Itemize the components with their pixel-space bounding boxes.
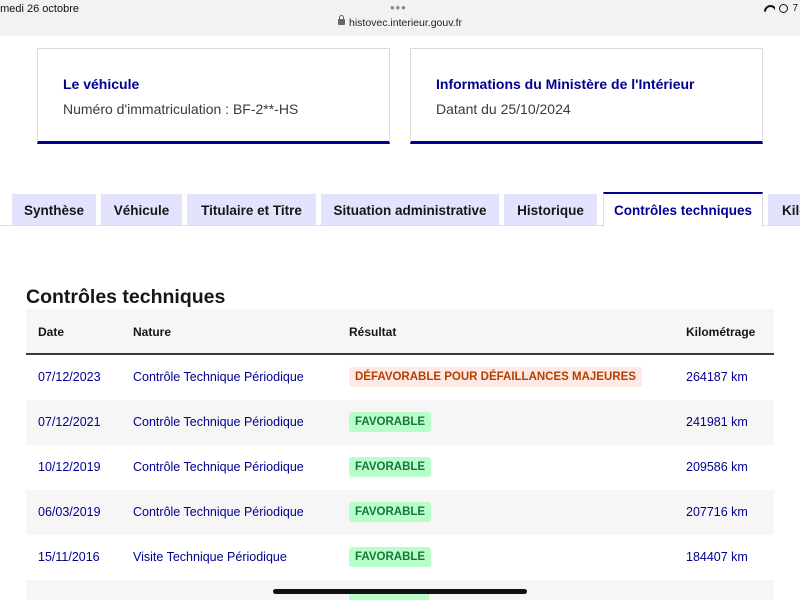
tab-situation-administrative[interactable]: Situation administrative [321,194,499,226]
row-mileage: 209586 km [686,460,748,474]
table-row: 07/12/2021 Contrôle Technique Périodique… [26,400,774,445]
lock-icon [337,15,345,25]
tab-titulaire-titre[interactable]: Titulaire et Titre [187,194,316,226]
vehicle-card-title: Le véhicule [63,76,140,92]
row-nature: Contrôle Technique Périodique [133,370,304,384]
technical-inspections-table: Date Nature Résultat Kilométrage 07/12/2… [26,309,774,600]
wifi-icon [764,5,775,13]
data-date: Datant du 25/10/2024 [436,101,571,117]
row-date: 07/12/2023 [38,370,101,384]
header-result: Résultat [349,325,397,339]
row-mileage: 241981 km [686,415,748,429]
row-date: 10/12/2019 [38,460,101,474]
header-nature: Nature [133,325,172,339]
row-date: 07/12/2021 [38,415,101,429]
row-mileage: 207716 km [686,505,748,519]
row-date: 06/03/2019 [38,505,101,519]
row-mileage: 264187 km [686,370,748,384]
more-dots-icon[interactable]: ••• [390,0,407,15]
tab-vehicule[interactable]: Véhicule [101,194,182,226]
battery-level: 7 [792,3,798,14]
table-row: 15/11/2016 Visite Technique Périodique F… [26,535,774,580]
tab-historique[interactable]: Historique [504,194,597,226]
home-indicator[interactable] [273,589,527,594]
row-nature: Contrôle Technique Périodique [133,460,304,474]
result-badge-favorable: FAVORABLE [349,502,432,522]
ministry-info-card: Informations du Ministère de l'Intérieur… [410,48,763,144]
status-date: amedi 26 octobre [0,3,79,15]
result-badge-favorable: FAVORABLE [349,457,432,477]
row-date: 15/11/2016 [38,550,100,564]
status-indicators: 7 [764,3,798,14]
result-badge-defavorable: DÉFAVORABLE POUR DÉFAILLANCES MAJEURES [349,367,642,387]
header-date: Date [38,325,65,339]
row-nature: Contrôle Technique Périodique [133,415,304,429]
orientation-lock-icon [779,4,789,13]
tab-controles-techniques[interactable]: Contrôles techniques [603,192,763,227]
tab-synthese[interactable]: Synthèse [12,194,96,226]
registration-number: Numéro d'immatriculation : BF-2**-HS [63,101,299,117]
table-row: 06/03/2019 Contrôle Technique Périodique… [26,490,774,535]
result-badge-favorable: FAVORABLE [349,547,432,567]
section-title: Contrôles techniques [26,286,226,308]
table-row: 07/12/2023 Contrôle Technique Périodique… [26,355,774,400]
row-mileage: 184407 km [686,550,748,564]
url-text: histovec.interieur.gouv.fr [348,17,463,29]
ministry-card-title: Informations du Ministère de l'Intérieur [436,76,695,92]
table-header: Date Nature Résultat Kilométrage [26,309,774,355]
browser-status-bar: amedi 26 octobre ••• histovec.interieur.… [0,0,800,36]
url-bar[interactable]: histovec.interieur.gouv.fr [0,15,800,29]
header-mileage: Kilométrage [686,325,756,339]
tab-bar: Synthèse Véhicule Titulaire et Titre Sit… [0,192,800,227]
vehicle-card: Le véhicule Numéro d'immatriculation : B… [37,48,390,144]
row-nature: Visite Technique Périodique [133,550,287,564]
row-nature: Contrôle Technique Périodique [133,505,304,519]
tab-kilometrage[interactable]: Kilo [768,194,800,226]
table-row: 10/12/2019 Contrôle Technique Périodique… [26,445,774,490]
result-badge-favorable: FAVORABLE [349,412,432,432]
